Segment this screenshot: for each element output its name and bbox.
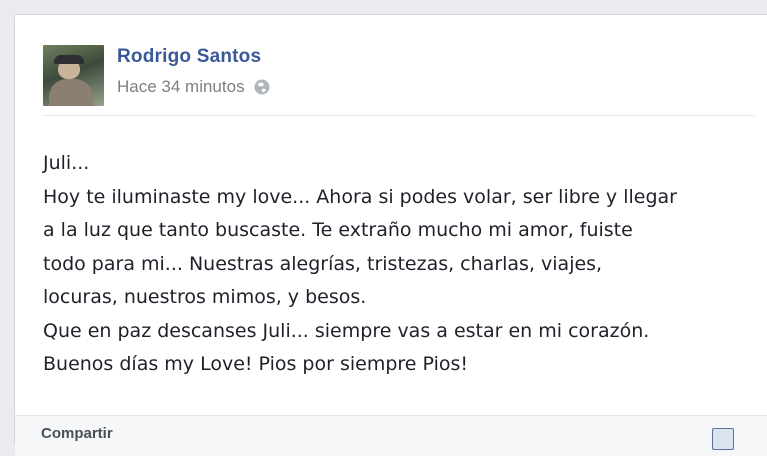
post-line: Juli... <box>43 152 90 174</box>
post-body: Juli... Hoy te iluminaste my love... Aho… <box>43 147 763 382</box>
globe-icon[interactable] <box>253 78 271 96</box>
share-icon[interactable] <box>712 428 734 450</box>
post-meta: Hace 34 minutos <box>117 77 271 97</box>
header-divider <box>43 115 755 116</box>
author-name-link[interactable]: Rodrigo Santos <box>117 46 261 68</box>
post-line: locuras, nuestros mimos, y besos. <box>43 286 367 308</box>
post-line: Buenos días my Love! Pios por siempre Pi… <box>43 353 468 375</box>
share-link[interactable]: Compartir <box>41 425 113 442</box>
post-footer: Compartir <box>15 415 767 456</box>
post-card: Rodrigo Santos Hace 34 minutos Juli... H… <box>14 14 767 456</box>
post-line: a la luz que tanto buscaste. Te extraño … <box>43 219 633 241</box>
post-timestamp[interactable]: Hace 34 minutos <box>117 77 245 97</box>
avatar[interactable] <box>43 45 104 106</box>
post-line: Hoy te iluminaste my love... Ahora si po… <box>43 185 677 208</box>
post-line: todo para mi... Nuestras alegrías, trist… <box>43 252 603 275</box>
post-line: Que en paz descanses Juli... siempre vas… <box>43 319 650 342</box>
